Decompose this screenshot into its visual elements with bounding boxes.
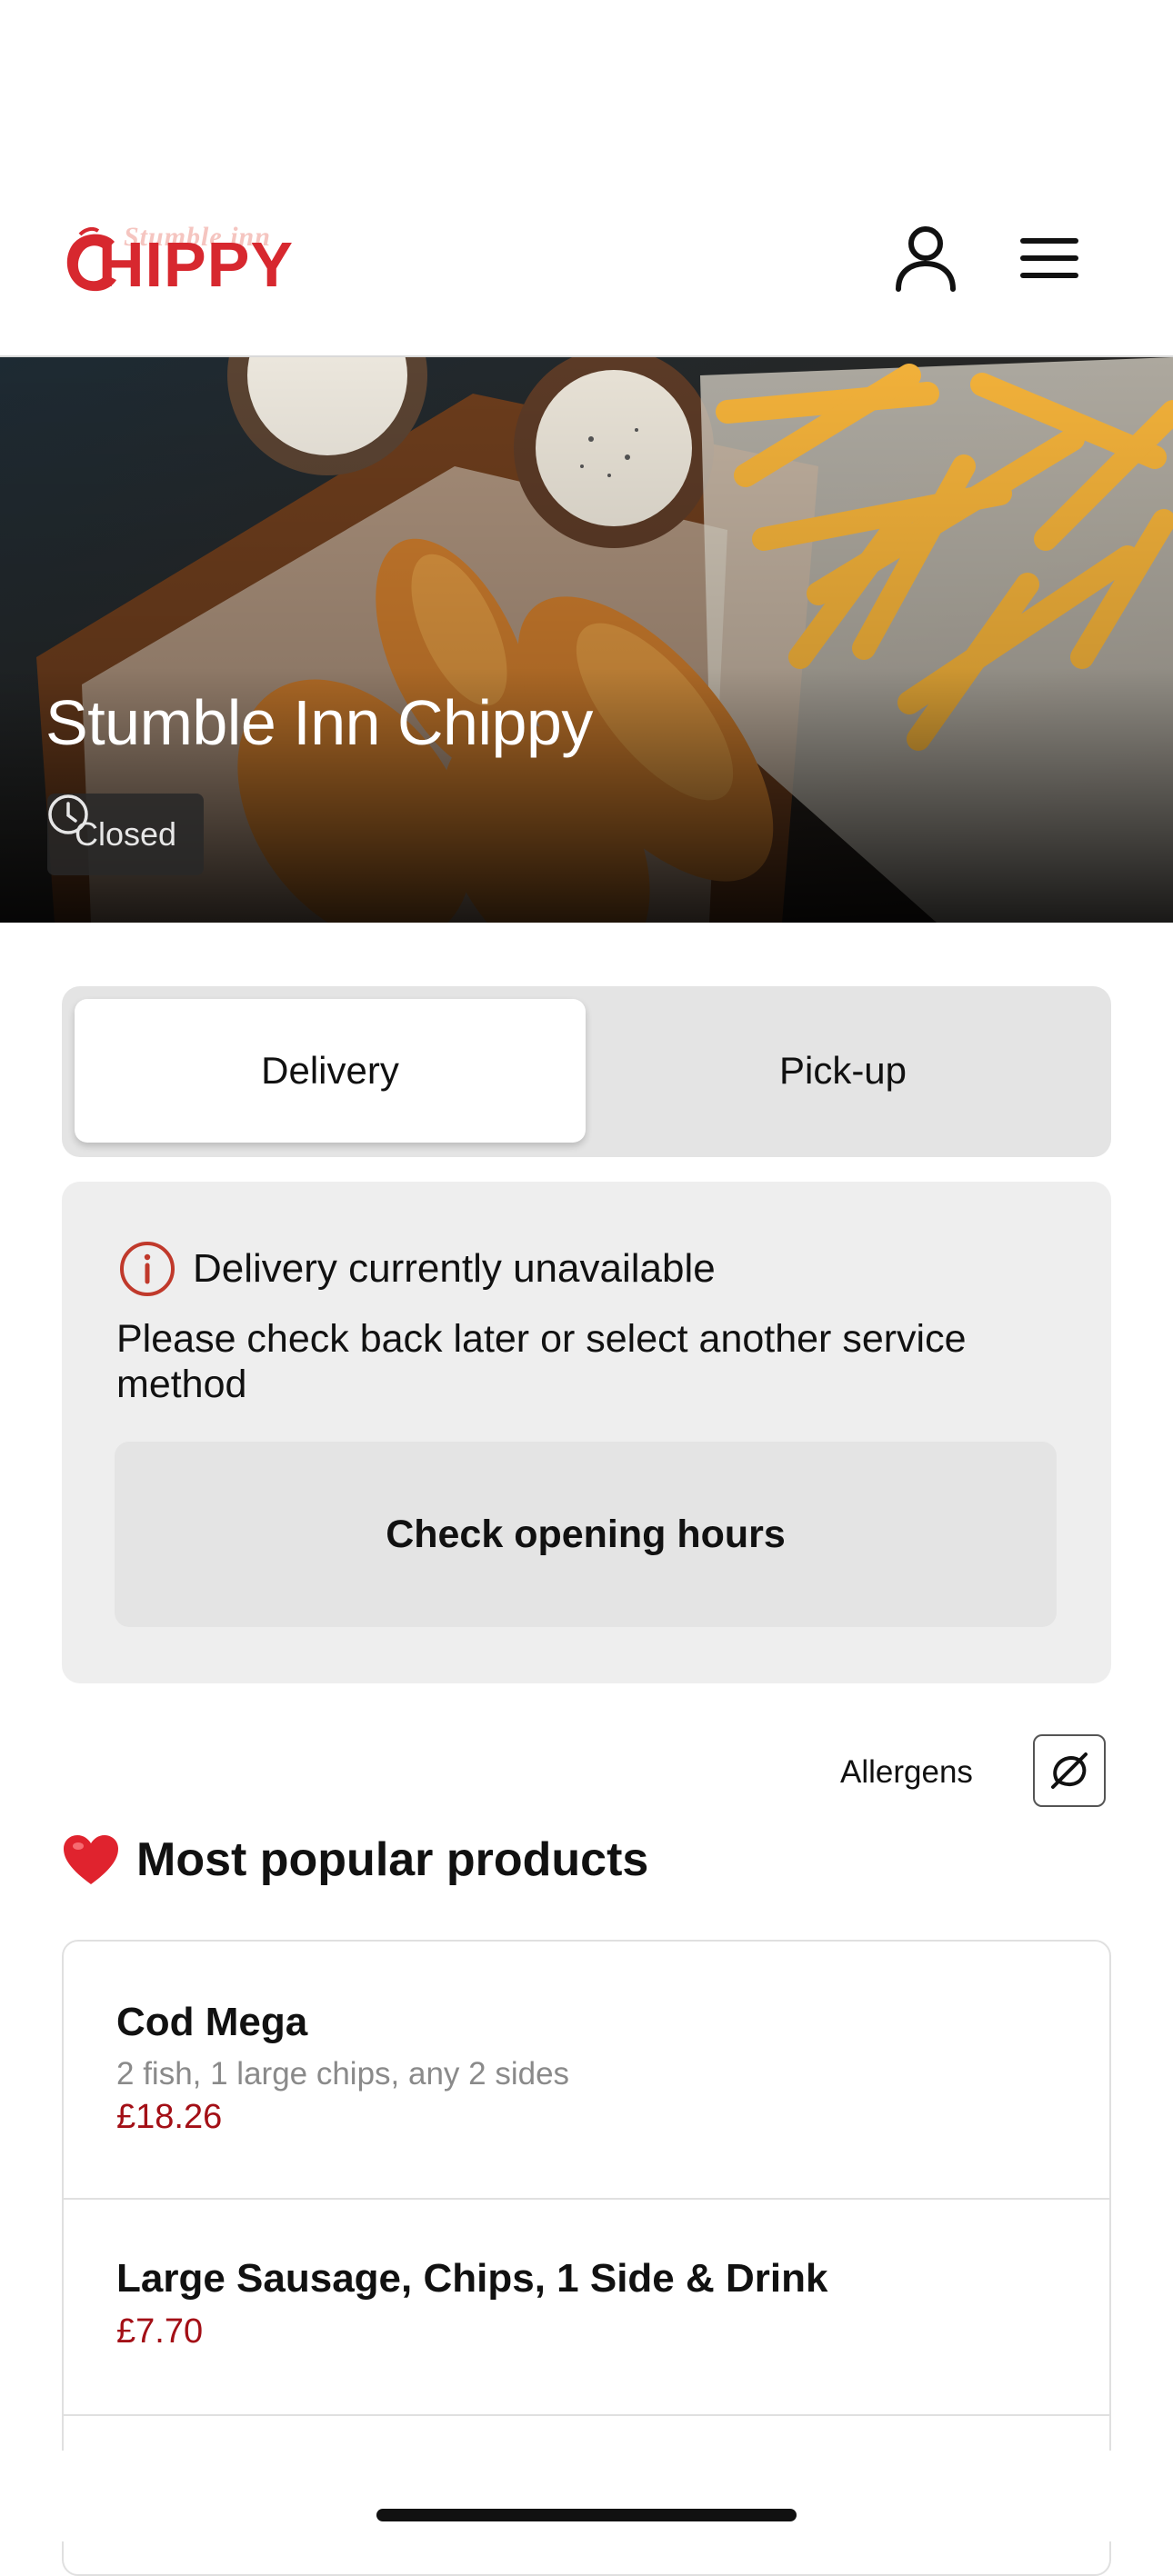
user-icon bbox=[896, 226, 956, 292]
allergen-filter-icon bbox=[1051, 1752, 1088, 1789]
notice-body: Please check back later or select anothe… bbox=[116, 1317, 967, 1406]
allergens-label[interactable]: Allergens bbox=[840, 1754, 973, 1791]
menu-button[interactable] bbox=[1011, 220, 1088, 296]
account-button[interactable] bbox=[887, 220, 964, 296]
info-icon bbox=[120, 1242, 175, 1296]
clock-icon bbox=[48, 794, 88, 834]
product-price: £7.70 bbox=[116, 2312, 204, 2351]
check-opening-hours-button[interactable]: Check opening hours bbox=[115, 1442, 1057, 1627]
brand-logo[interactable]: Stumble inn HIPPY bbox=[62, 222, 293, 296]
logo-big-text: HIPPY bbox=[98, 229, 295, 300]
delivery-unavailable-notice: Delivery currently unavailable Please ch… bbox=[62, 1182, 1111, 1683]
hamburger-menu-icon bbox=[1020, 238, 1078, 278]
heart-icon bbox=[64, 1835, 118, 1884]
product-name: Large Sausage, Chips, 1 Side & Drink bbox=[116, 2256, 828, 2301]
restaurant-name: Stumble Inn Chippy bbox=[45, 687, 593, 758]
section-title: Most popular products bbox=[136, 1833, 649, 1886]
notice-title: Delivery currently unavailable bbox=[193, 1246, 716, 1291]
bottom-safe-area bbox=[0, 2451, 1173, 2541]
allergens-button[interactable] bbox=[1033, 1734, 1106, 1807]
product-price: £18.26 bbox=[116, 2098, 223, 2136]
product-description: 2 fish, 1 large chips, any 2 sides bbox=[116, 2056, 570, 2092]
tab-pickup[interactable]: Pick-up bbox=[587, 999, 1098, 1143]
status-text: Closed bbox=[75, 815, 177, 853]
tab-delivery[interactable]: Delivery bbox=[75, 999, 586, 1143]
notice-heading: Delivery currently unavailable bbox=[118, 1240, 716, 1298]
home-indicator[interactable] bbox=[376, 2509, 797, 2521]
product-name: Cod Mega bbox=[116, 2000, 308, 2044]
hero-banner: Stumble Inn Chippy Closed bbox=[0, 357, 1173, 923]
popular-products-heading: Most popular products bbox=[62, 1832, 648, 1887]
status-badge[interactable]: Closed bbox=[47, 794, 205, 875]
app-header: Stumble inn HIPPY bbox=[0, 0, 1173, 357]
product-card[interactable]: Cod Mega 2 fish, 1 large chips, any 2 si… bbox=[64, 1942, 1109, 2200]
product-card[interactable]: Large Sausage, Chips, 1 Side & Drink £7.… bbox=[64, 2200, 1109, 2416]
service-method-selector: Delivery Pick-up bbox=[62, 986, 1111, 1157]
